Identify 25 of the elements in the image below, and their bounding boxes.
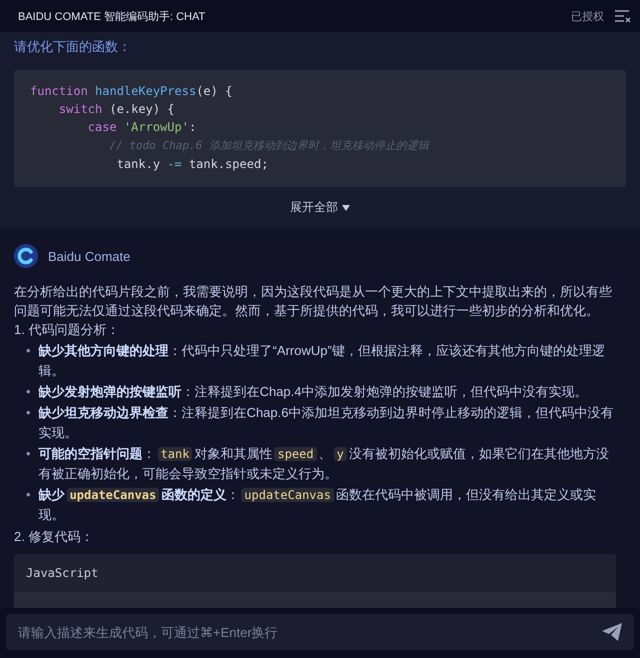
- bullet-text: 缺少 updateCanvas 函数的定义： updateCanvas 函数在代码中被调用，但没有给出其定义或实现。: [38, 486, 597, 524]
- bullet-marker: •: [26, 404, 31, 422]
- code-line: case 'ArrowUp':: [86, 119, 198, 136]
- window-title: BAIDU COMATE 智能编码助手: CHAT: [18, 10, 206, 24]
- bullet-text: 可能的空指针问题： tank 对象和其属性 speed 、 y 没有被初始化或赋值，如果它们在其他地方没有被正确初始化，可能会导致空指针或未定义行为。: [38, 445, 610, 483]
- code-line: // todo Chap.6 添加坦克移动到边界时，坦克移动停止的逻辑: [108, 138, 431, 154]
- bullet-text: 缺少其他方向键的处理：代码中只处理了“ArrowUp”键，但根据注释，应该还有其他方向键的处理逻辑。: [38, 342, 606, 380]
- code-line: tank.y -= tank.speed;: [116, 156, 270, 173]
- section-heading: 1. 代码问题分析：: [14, 321, 120, 339]
- assistant-name: Baidu Comate: [48, 248, 130, 264]
- code-line: switch (e.key) {: [58, 101, 176, 118]
- prompt-text: 请优化下面的函数：: [14, 38, 132, 56]
- intro-paragraph: 在分析给出的代码片段之前，我需要说明，因为这段代码是从一个更大的上下文中提取出来的，所以有些问题可能无法仅通过这段代码来确定。然而，基于所提供的代码，我可以进行一些初步的分析和优化。: [14, 283, 613, 320]
- license-status: 已授权: [571, 10, 604, 24]
- bullet-marker: •: [26, 486, 31, 504]
- bullet-text: 缺少发射炮弹的按键监听：注释提到在Chap.4中添加发射炮弹的按键监听，但代码中没有实现。: [38, 383, 588, 401]
- bullet-marker: •: [26, 445, 31, 463]
- bullet-marker: •: [26, 342, 31, 360]
- expand-all-button[interactable]: 展开全部: [286, 197, 354, 218]
- bullet-text: 缺少坦克移动边界检查：注释提到在Chap.6中添加坦克移动到边界时停止移动的逻辑，但代码中没有实现。: [38, 404, 614, 442]
- code-line: function handleKeyPress(e) {: [30, 83, 234, 100]
- bullet-marker: •: [26, 383, 31, 401]
- code-language-label: JavaScript: [25, 565, 100, 582]
- chat-input-field[interactable]: 请输入描述来生成代码，可通过⌘+Enter换行: [6, 614, 634, 650]
- section-heading: 2. 修复代码：: [14, 528, 94, 546]
